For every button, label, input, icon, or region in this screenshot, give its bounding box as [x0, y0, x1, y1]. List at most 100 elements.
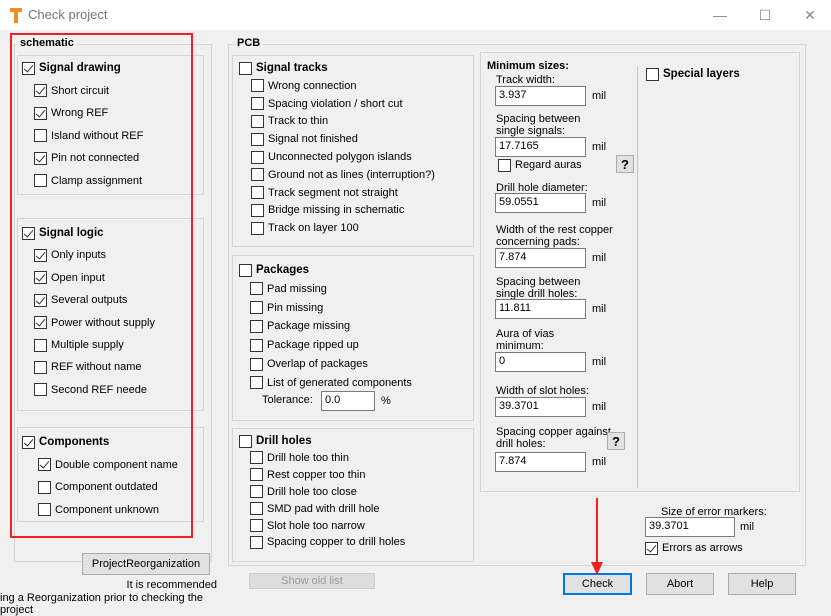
checkbox-box[interactable] [250, 535, 263, 549]
option-checkbox[interactable]: SMD pad with drill hole [250, 501, 380, 517]
option-checkbox[interactable]: Drill hole too close [250, 484, 357, 500]
spacing-drill-input[interactable]: 11.811 [495, 299, 586, 319]
regard-auras-checkbox[interactable]: Regard auras [498, 157, 582, 173]
highlight-rectangle [10, 33, 193, 538]
option-checkbox[interactable]: Overlap of packages [250, 356, 368, 372]
annotation-arrow-icon [591, 498, 603, 575]
checkbox-box[interactable] [251, 79, 264, 93]
checkbox-box[interactable] [250, 376, 263, 390]
divider [637, 66, 638, 488]
unit-label: mil [592, 252, 607, 264]
option-checkbox[interactable]: Wrong connection [251, 78, 356, 94]
checkbox-label: Wrong connection [268, 79, 357, 92]
tolerance-input[interactable]: 0.0 [321, 391, 375, 411]
error-markers-unit: mil [740, 521, 755, 533]
checkbox-box[interactable] [498, 158, 511, 172]
checkbox-box[interactable] [251, 168, 264, 182]
option-checkbox[interactable]: Rest copper too thin [250, 467, 365, 483]
option-checkbox[interactable]: Ground not as lines (interruption?) [251, 167, 435, 183]
checkbox-label: Package ripped up [267, 339, 359, 352]
option-checkbox[interactable]: Package ripped up [250, 337, 359, 353]
checkbox-box[interactable] [239, 61, 252, 75]
option-checkbox[interactable]: Drill hole too thin [250, 450, 349, 466]
packages-checkbox[interactable]: Packages [239, 262, 309, 278]
checkbox-box[interactable] [250, 282, 263, 296]
drill-diameter-input[interactable]: 59.0551 [495, 193, 586, 213]
checkbox-label: Signal not finished [268, 133, 358, 146]
option-checkbox[interactable]: Unconnected polygon islands [251, 149, 412, 165]
project-reorganization-button[interactable]: ProjectReorganization [82, 553, 210, 575]
spacing-drill-label: Spacing between [496, 276, 581, 288]
checkbox-box[interactable] [250, 451, 263, 465]
option-checkbox[interactable]: Package missing [250, 318, 350, 334]
slot-holes-input[interactable]: 39.3701 [495, 397, 586, 417]
checkbox-box[interactable] [251, 150, 264, 164]
checkbox-box[interactable] [251, 97, 264, 111]
show-old-list-button[interactable]: Show old list [249, 573, 375, 589]
checkbox-box[interactable] [250, 319, 263, 333]
unit-label: mil [592, 356, 607, 368]
checkbox-label: Drill hole too close [267, 485, 357, 498]
checkbox-box[interactable] [250, 301, 263, 315]
checkbox-box[interactable] [250, 519, 263, 532]
spacing-signals-input[interactable]: 17.7165 [495, 137, 586, 157]
checkbox-box[interactable] [251, 132, 264, 146]
spacing-signals-label: Spacing between [496, 113, 581, 125]
option-checkbox[interactable]: Track to thin [251, 113, 328, 129]
checkbox-label: Rest copper too thin [267, 468, 366, 481]
option-checkbox[interactable]: Pin missing [250, 300, 323, 316]
checkbox-box[interactable] [251, 186, 264, 200]
option-checkbox[interactable]: Track on layer 100 [251, 220, 359, 236]
checkbox-box[interactable] [239, 263, 252, 277]
checkbox-box[interactable] [250, 357, 263, 371]
checkbox-label: Track to thin [268, 115, 329, 128]
track-width-input[interactable]: 3.937 [495, 86, 586, 106]
checkbox-label: List of generated components [267, 376, 412, 389]
minimum-sizes-title: Minimum sizes: [487, 60, 569, 72]
unit-label: mil [592, 141, 607, 153]
minimize-button[interactable]: — [705, 4, 735, 26]
rest-copper-input[interactable]: 7.874 [495, 248, 586, 268]
copper-drill-label: Spacing copper against [496, 426, 611, 438]
abort-button[interactable]: Abort [646, 573, 714, 595]
option-checkbox[interactable]: Bridge missing in schematic [251, 202, 404, 218]
special-layers-checkbox[interactable]: Special layers [646, 66, 740, 82]
checkbox-box[interactable] [250, 485, 263, 499]
close-button[interactable]: ✕ [795, 4, 825, 26]
checkbox-box[interactable] [239, 434, 252, 448]
drill-holes-checkbox[interactable]: Drill holes [239, 433, 312, 449]
checkbox-label: Spacing copper to drill holes [267, 536, 406, 549]
maximize-button[interactable]: ☐ [750, 4, 780, 26]
checkbox-box[interactable] [250, 502, 263, 516]
option-checkbox[interactable]: Track segment not straight [251, 185, 398, 201]
help-copper-drill-button[interactable]: ? [607, 432, 625, 450]
option-checkbox[interactable]: Slot hole too narrow [250, 518, 365, 534]
option-checkbox[interactable]: Spacing copper to drill holes [250, 534, 405, 550]
copper-drill-input[interactable]: 7.874 [495, 452, 586, 472]
unit-label: mil [592, 197, 607, 209]
help-auras-button[interactable]: ? [616, 155, 634, 173]
checkbox-box[interactable] [646, 67, 659, 81]
errors-as-arrows-checkbox[interactable]: Errors as arrows [645, 540, 743, 556]
unit-label: mil [592, 90, 607, 102]
aura-vias-label: Aura of vias [496, 328, 555, 340]
spacing-signals-label: single signals: [496, 125, 566, 137]
checkbox-label: Packages [256, 264, 310, 276]
checkbox-label: SMD pad with drill hole [267, 502, 380, 515]
error-markers-input[interactable]: 39.3701 [645, 517, 735, 537]
checkbox-box[interactable] [645, 541, 658, 555]
checkbox-box[interactable] [250, 468, 263, 482]
signal-tracks-checkbox[interactable]: Signal tracks [239, 60, 328, 76]
checkbox-box[interactable] [251, 203, 264, 217]
aura-vias-input[interactable]: 0 [495, 352, 586, 372]
checkbox-box[interactable] [250, 338, 263, 352]
option-checkbox[interactable]: Spacing violation / short cut [251, 96, 403, 112]
checkbox-box[interactable] [251, 221, 264, 235]
option-checkbox[interactable]: List of generated components [250, 375, 412, 391]
option-checkbox[interactable]: Signal not finished [251, 131, 358, 147]
help-button[interactable]: Help [728, 573, 796, 595]
option-checkbox[interactable]: Pad missing [250, 281, 327, 297]
check-button[interactable]: Check [563, 573, 632, 595]
checkbox-box[interactable] [251, 114, 264, 128]
rest-copper-label: Width of the rest copper [496, 224, 613, 236]
